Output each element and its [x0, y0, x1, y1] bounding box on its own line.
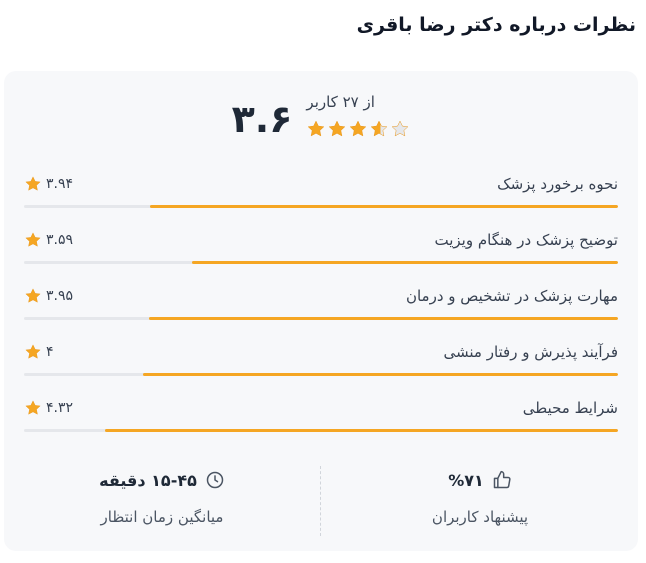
- star-icon: [24, 399, 42, 417]
- criteria-score: ۳.۵۹: [24, 231, 73, 249]
- criteria-row: فرآیند پذیرش و رفتار منشی ۴: [24, 337, 618, 377]
- criteria-row: شرایط محیطی ۴.۳۲: [24, 393, 618, 433]
- criteria-progress-track: [24, 205, 618, 208]
- criteria-row: توضیح پزشک در هنگام ویزیت ۳.۵۹: [24, 225, 618, 265]
- criteria-label: مهارت پزشک در تشخیص و درمان: [405, 287, 618, 305]
- star-icon: [24, 343, 42, 361]
- rating-star-icon: [306, 119, 326, 139]
- star-icon: [24, 175, 42, 193]
- criteria-score: ۳.۹۵: [24, 287, 73, 305]
- criteria-label: نحوه برخورد پزشک: [497, 175, 618, 193]
- criteria-label: فرآیند پذیرش و رفتار منشی: [443, 343, 618, 361]
- overall-rating: از ۲۷ کاربر ۳.۶: [4, 93, 638, 143]
- criteria-label: توضیح پزشک در هنگام ویزیت: [434, 231, 619, 249]
- clock-icon: [205, 470, 225, 490]
- overall-score: ۳.۶: [231, 97, 293, 141]
- criteria-progress-fill: [104, 429, 618, 432]
- criteria-value: ۳.۹۴: [46, 176, 74, 192]
- overall-stars: [306, 119, 410, 139]
- wait-time-value: ۱۵-۴۵ دقیقه: [99, 470, 197, 490]
- criteria-row: مهارت پزشک در تشخیص و درمان ۳.۹۵: [24, 281, 618, 321]
- criteria-progress-fill: [191, 261, 618, 264]
- criteria-score: ۴.۳۲: [24, 399, 73, 417]
- criteria-row: نحوه برخورد پزشک ۳.۹۴: [24, 169, 618, 209]
- rating-count: از ۲۷ کاربر: [306, 93, 375, 111]
- criteria-progress-fill: [149, 205, 618, 208]
- criteria-progress-fill: [148, 317, 618, 320]
- rating-star-icon: [348, 119, 368, 139]
- criteria-value: ۴.۳۲: [46, 400, 74, 416]
- reviews-summary-card: از ۲۷ کاربر ۳.۶ نحوه برخورد پزشک ۳.۹۴ توضی…: [4, 71, 638, 551]
- rating-side: از ۲۷ کاربر: [306, 93, 410, 139]
- criteria-value: ۴: [46, 344, 54, 360]
- recommend-stat: %۷۱ پیشنهاد کاربران: [322, 466, 638, 527]
- criteria-value: ۳.۹۵: [46, 288, 74, 304]
- wait-time-label: میانگین زمان انتظار: [100, 508, 224, 526]
- criteria-score: ۴: [24, 343, 54, 361]
- page-title: نظرات درباره دکتر رضا باقری: [356, 14, 636, 36]
- criteria-score: ۳.۹۴: [24, 175, 73, 193]
- star-icon: [24, 287, 42, 305]
- criteria-progress-track: [24, 429, 618, 432]
- criteria-progress-track: [24, 373, 618, 376]
- criteria-label: شرایط محیطی: [522, 399, 618, 417]
- criteria-progress-track: [24, 317, 618, 320]
- wait-time-stat: ۱۵-۴۵ دقیقه میانگین زمان انتظار: [4, 466, 320, 527]
- stats-section: %۷۱ پیشنهاد کاربران ۱۵-۴۵ دقیقه میانگین …: [4, 466, 638, 538]
- stats-divider: [320, 466, 321, 536]
- criteria-progress-track: [24, 261, 618, 264]
- rating-star-icon: [369, 119, 389, 139]
- rating-star-icon: [390, 119, 410, 139]
- rating-star-icon: [327, 119, 347, 139]
- criteria-value: ۳.۵۹: [46, 232, 74, 248]
- star-icon: [24, 231, 42, 249]
- criteria-progress-fill: [142, 373, 618, 376]
- recommend-label: پیشنهاد کاربران: [431, 508, 529, 526]
- thumbs-up-icon: [492, 470, 512, 490]
- recommend-value: %۷۱: [448, 470, 484, 490]
